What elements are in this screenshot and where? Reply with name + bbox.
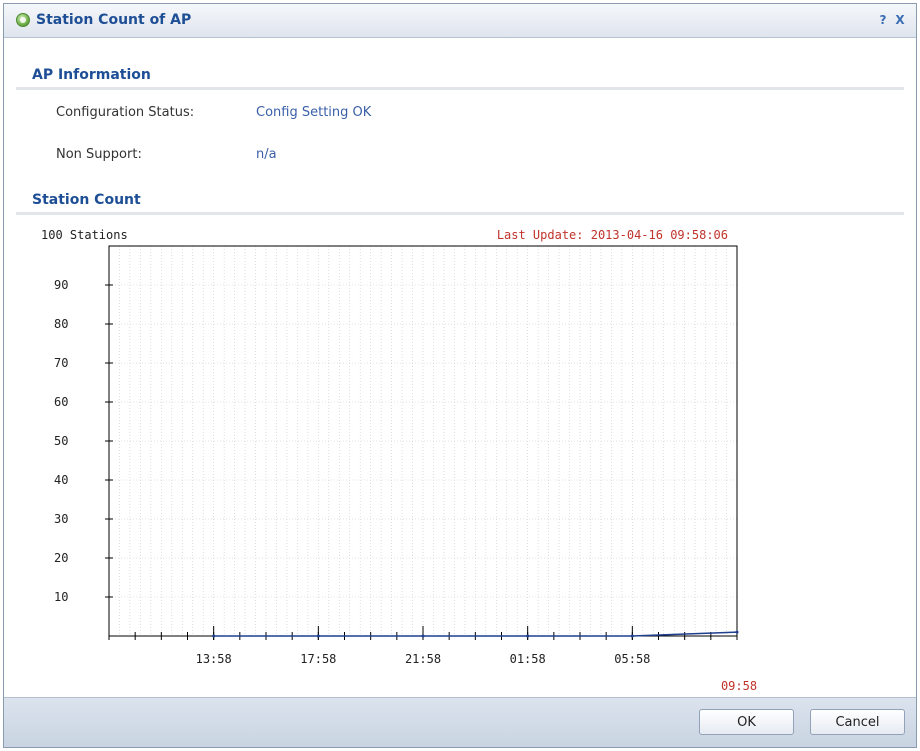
series-point bbox=[212, 634, 216, 638]
y-tick-label: 50 bbox=[54, 434, 68, 448]
station-count-dialog: Station Count of AP ? X AP Information C… bbox=[3, 3, 917, 748]
ok-button[interactable]: OK bbox=[699, 709, 794, 735]
x-tick-label: 01:58 bbox=[510, 652, 546, 666]
cancel-button[interactable]: Cancel bbox=[810, 709, 905, 735]
station-count-chart: 100 Stations Last Update: 2013-04-16 09:… bbox=[4, 4, 918, 704]
chart-axes bbox=[105, 245, 738, 640]
series-point bbox=[421, 634, 425, 638]
y-tick-label: 10 bbox=[54, 590, 68, 604]
y-max-label: 100 Stations bbox=[41, 228, 128, 242]
series-point bbox=[630, 634, 634, 638]
x-tick-label: 13:58 bbox=[196, 652, 232, 666]
y-tick-label: 80 bbox=[54, 317, 68, 331]
x-tick-label: 05:58 bbox=[614, 652, 650, 666]
last-update-label: Last Update: 2013-04-16 09:58:06 bbox=[497, 228, 728, 242]
chart-tick-labels: 90 80 70 60 50 40 30 20 10 13:58 17:58 21:58 01:58 05… bbox=[54, 278, 757, 693]
station-count-chart-svg: 100 Stations Last Update: 2013-04-16 09:… bbox=[41, 228, 757, 693]
y-tick-label: 40 bbox=[54, 473, 68, 487]
y-tick-label: 90 bbox=[54, 278, 68, 292]
x-end-label: 09:58 bbox=[721, 679, 757, 693]
x-tick-label: 17:58 bbox=[300, 652, 336, 666]
dialog-footer: OK Cancel bbox=[4, 697, 916, 747]
chart-grid bbox=[109, 246, 737, 636]
series-point bbox=[526, 634, 530, 638]
y-tick-label: 30 bbox=[54, 512, 68, 526]
y-tick-label: 60 bbox=[54, 395, 68, 409]
series-point bbox=[316, 634, 320, 638]
y-tick-label: 70 bbox=[54, 356, 68, 370]
x-tick-label: 21:58 bbox=[405, 652, 441, 666]
series-point bbox=[735, 630, 739, 634]
y-tick-label: 20 bbox=[54, 551, 68, 565]
